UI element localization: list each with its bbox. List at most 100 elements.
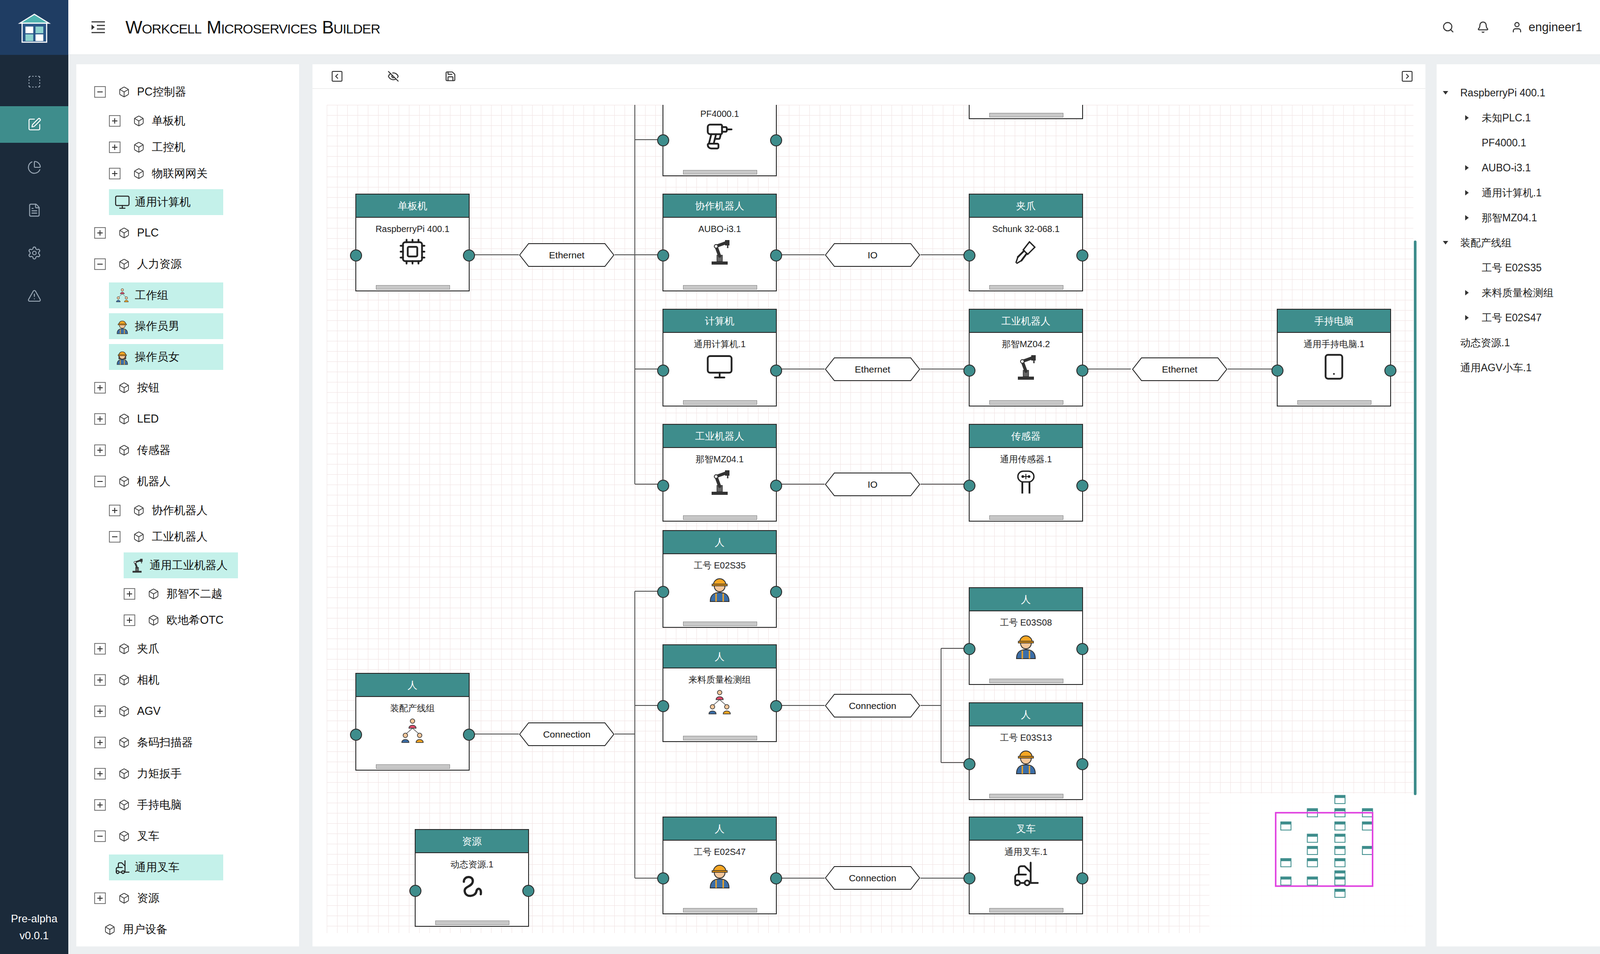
expand-icon[interactable] — [94, 444, 106, 457]
library-item[interactable]: 手持电脑 — [76, 789, 300, 821]
library-item[interactable]: 按钮 — [76, 372, 300, 404]
library-item[interactable]: 叉车 — [76, 820, 300, 853]
edge-label[interactable]: IO — [824, 242, 921, 268]
collapse-icon[interactable] — [94, 475, 106, 488]
bell-icon[interactable] — [1476, 20, 1490, 34]
output-port[interactable] — [770, 479, 783, 492]
expand-icon[interactable] — [94, 892, 106, 905]
nav-item[interactable] — [0, 149, 69, 186]
expand-icon[interactable] — [123, 614, 136, 627]
caret-down-icon[interactable] — [1441, 89, 1450, 97]
library-item[interactable]: AGV — [76, 695, 300, 728]
input-port[interactable] — [963, 643, 976, 656]
library-item[interactable]: 物联网网关 — [76, 160, 300, 187]
diagram-node[interactable]: 人工号 E02S35 — [662, 530, 777, 629]
input-port[interactable] — [657, 586, 670, 599]
diagram-node[interactable]: 协作机器人AUBO-i3.1 — [662, 193, 777, 292]
expand-icon[interactable] — [94, 768, 106, 780]
diagram-node[interactable]: 人工号 E03S13 — [968, 702, 1084, 801]
diagram-node[interactable]: 人装配产线组 — [355, 673, 470, 771]
collapse-icon[interactable] — [94, 830, 106, 843]
logo[interactable] — [0, 0, 69, 55]
diagram-node[interactable]: 人来料质量检测组 — [662, 644, 777, 743]
input-port[interactable] — [350, 249, 363, 262]
input-port[interactable] — [1271, 364, 1284, 377]
output-port[interactable] — [770, 364, 783, 377]
expand-icon[interactable] — [94, 413, 106, 425]
output-port[interactable] — [1076, 758, 1089, 771]
output-port[interactable] — [770, 249, 783, 262]
collapse-icon[interactable] — [108, 531, 121, 543]
output-port[interactable] — [770, 134, 783, 147]
output-port[interactable] — [770, 586, 783, 599]
library-item[interactable]: 夹爪 — [76, 633, 300, 665]
outline-item[interactable]: 通用AGV小车.1 — [1436, 355, 1600, 381]
partial-node[interactable] — [968, 104, 1084, 120]
edge-label[interactable]: Connection — [824, 866, 921, 891]
caret-right-icon[interactable] — [1463, 314, 1471, 322]
collapse-right-icon[interactable] — [1401, 70, 1413, 83]
outline-item[interactable]: 来料质量检测组 — [1436, 280, 1600, 306]
library-item[interactable]: 欧地希OTC — [76, 607, 300, 634]
canvas-scrollbar[interactable] — [1413, 240, 1417, 796]
output-port[interactable] — [462, 249, 475, 262]
minimap[interactable] — [1209, 793, 1414, 934]
input-port[interactable] — [350, 729, 363, 742]
menu-icon[interactable] — [90, 20, 106, 34]
edge-label[interactable]: Ethernet — [824, 357, 921, 382]
caret-right-icon[interactable] — [1463, 164, 1471, 172]
diagram-node[interactable]: 人工号 E02S47 — [662, 816, 777, 915]
outline-item[interactable]: 工号 E02S35 — [1436, 255, 1600, 281]
collapse-left-icon[interactable] — [331, 70, 343, 83]
input-port[interactable] — [409, 885, 422, 898]
library-item[interactable]: 用户设备 — [76, 914, 300, 946]
library-item[interactable]: 协作机器人 — [76, 497, 300, 524]
caret-right-icon[interactable] — [1463, 189, 1471, 197]
expand-icon[interactable] — [94, 705, 106, 718]
input-port[interactable] — [657, 872, 670, 885]
outline-item[interactable]: 动态资源.1 — [1436, 330, 1600, 356]
caret-down-icon[interactable] — [1441, 239, 1450, 247]
expand-icon[interactable] — [123, 588, 136, 600]
library-item[interactable]: 单板机 — [76, 107, 300, 134]
edge-label[interactable]: Connection — [824, 693, 921, 719]
output-port[interactable] — [522, 885, 535, 898]
library-item[interactable]: 操作员女 — [108, 344, 224, 371]
search-icon[interactable] — [1441, 20, 1455, 34]
diagram-node[interactable]: PF4000.1 — [662, 104, 777, 177]
outline-item[interactable]: PF4000.1 — [1436, 130, 1600, 156]
expand-icon[interactable] — [94, 799, 106, 812]
input-port[interactable] — [657, 700, 670, 713]
output-port[interactable] — [1076, 643, 1089, 656]
nav-item[interactable] — [0, 63, 69, 100]
input-port[interactable] — [657, 479, 670, 492]
library-item[interactable]: 人力资源 — [76, 248, 300, 280]
nav-item[interactable] — [0, 277, 69, 315]
library-item[interactable]: PC控制器 — [76, 76, 300, 108]
outline-item[interactable]: 工号 E02S47 — [1436, 305, 1600, 331]
library-item[interactable]: 相机 — [76, 664, 300, 696]
output-port[interactable] — [462, 729, 475, 742]
outline-item[interactable]: RaspberryPi 400.1 — [1436, 80, 1600, 106]
edge-label[interactable]: Connection — [518, 722, 615, 747]
edge-label[interactable]: IO — [824, 472, 921, 497]
input-port[interactable] — [657, 134, 670, 147]
input-port[interactable] — [657, 249, 670, 262]
nav-item[interactable] — [0, 234, 69, 272]
input-port[interactable] — [963, 872, 976, 885]
library-item[interactable]: 资源 — [76, 883, 300, 915]
input-port[interactable] — [963, 364, 976, 377]
output-port[interactable] — [770, 700, 783, 713]
expand-icon[interactable] — [94, 643, 106, 655]
input-port[interactable] — [963, 249, 976, 262]
library-item[interactable]: 力矩扳手 — [76, 758, 300, 790]
library-item[interactable]: 通用叉车 — [108, 854, 224, 881]
output-port[interactable] — [1076, 364, 1089, 377]
user-menu[interactable]: engineer1 — [1510, 18, 1583, 37]
outline-item[interactable]: 未知PLC.1 — [1436, 105, 1600, 131]
expand-icon[interactable] — [94, 227, 106, 239]
library-item[interactable]: 工控机 — [76, 133, 300, 161]
expand-icon[interactable] — [94, 737, 106, 749]
library-item[interactable]: 操作员男 — [108, 313, 224, 340]
diagram-node[interactable]: 夹爪Schunk 32-068.1 — [968, 193, 1084, 292]
